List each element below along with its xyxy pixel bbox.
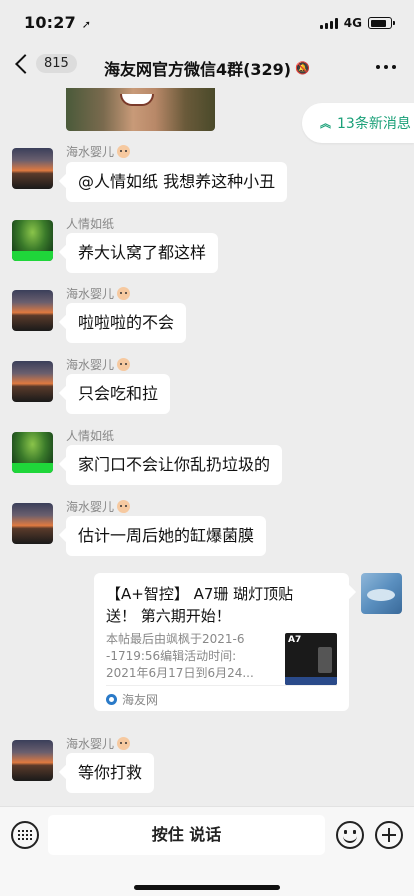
new-messages-label: 13条新消息 (337, 116, 411, 132)
battery-icon (368, 17, 395, 29)
sender-name: 海水婴儿 (66, 143, 131, 160)
baby-emoji-icon (117, 737, 131, 750)
avatar[interactable] (12, 361, 53, 402)
chat-title: 海友网官方微信4群(329) (103, 60, 292, 79)
shared-image[interactable] (66, 88, 215, 131)
baby-emoji-icon (117, 287, 131, 300)
link-description: 本帖最后由飒枫于2021-6 -1719:56编辑活动时间: 2021年6月17… (106, 632, 254, 680)
message-bubble[interactable]: 家门口不会让你乱扔垃圾的 (66, 445, 283, 485)
home-indicator (134, 885, 280, 890)
voice-keyboard-icon (18, 830, 32, 840)
link-title: 【A+智控】 A7珊 瑚灯顶贴 送！ 第六期开始！ (106, 585, 294, 625)
avatar[interactable] (12, 740, 53, 781)
status-bar: 10:27 ➚ 4G (0, 0, 414, 46)
sender-name: 海水婴儿 (66, 498, 131, 515)
message-bubble[interactable]: 只会吃和拉 (66, 374, 171, 414)
avatar[interactable] (12, 148, 53, 189)
message-bubble[interactable]: 养大认窝了都这样 (66, 233, 219, 273)
sender-name: 海水婴儿 (66, 285, 131, 302)
status-time: 10:27 ➚ (24, 13, 92, 32)
sender-name: 人情如纸 (66, 217, 115, 231)
signal-icon (319, 17, 338, 29)
chat-title-container: 海友网官方微信4群(329) 🔕 (0, 56, 414, 80)
input-bar: 按住 说话 (0, 806, 414, 896)
double-chevron-up-icon: ︽ (320, 116, 331, 130)
more-button[interactable] (376, 65, 396, 69)
status-right: 4G (319, 16, 395, 30)
chat-header: 815 海友网官方微信4群(329) 🔕 (0, 46, 414, 88)
emoji-button[interactable] (336, 821, 364, 849)
message-bubble[interactable]: 等你打救 (66, 753, 155, 793)
chat-area[interactable]: ︽ 13条新消息 海水婴儿 @人情如纸 我想养这种小丑 人情如纸 养大认窝了都这… (0, 88, 414, 806)
avatar[interactable] (12, 290, 53, 331)
compass-icon (106, 694, 117, 705)
link-source: 海友网 (106, 691, 158, 708)
bell-slash-icon: 🔕 (295, 61, 311, 75)
baby-emoji-icon (117, 145, 131, 158)
avatar[interactable] (12, 503, 53, 544)
network-label: 4G (343, 16, 362, 30)
sender-name: 海水婴儿 (66, 356, 131, 373)
more-dots-icon (376, 65, 380, 69)
voice-keyboard-button[interactable] (11, 821, 39, 849)
link-body: 本帖最后由飒枫于2021-6 -1719:56编辑活动时间: 2021年6月17… (106, 631, 337, 691)
baby-emoji-icon (117, 358, 131, 371)
my-avatar[interactable] (361, 573, 402, 614)
hold-to-talk-button[interactable]: 按住 说话 (48, 815, 325, 855)
link-card[interactable]: 【A+智控】 A7珊 瑚灯顶贴 送！ 第六期开始！ 本帖最后由飒枫于2021-6… (94, 573, 349, 711)
location-arrow-icon: ➚ (81, 18, 92, 31)
avatar[interactable] (12, 220, 53, 261)
sender-name: 人情如纸 (66, 429, 115, 443)
divider (106, 685, 337, 686)
new-messages-button[interactable]: ︽ 13条新消息 (302, 103, 414, 143)
message-bubble[interactable]: 估计一周后她的缸爆菌膜 (66, 516, 267, 556)
link-thumbnail: A7 (285, 633, 337, 685)
baby-emoji-icon (117, 500, 131, 513)
avatar[interactable] (12, 432, 53, 473)
sender-name: 海水婴儿 (66, 735, 131, 752)
message-bubble[interactable]: 啦啦啦的不会 (66, 303, 187, 343)
plus-button[interactable] (375, 821, 403, 849)
message-bubble[interactable]: @人情如纸 我想养这种小丑 (66, 162, 288, 202)
